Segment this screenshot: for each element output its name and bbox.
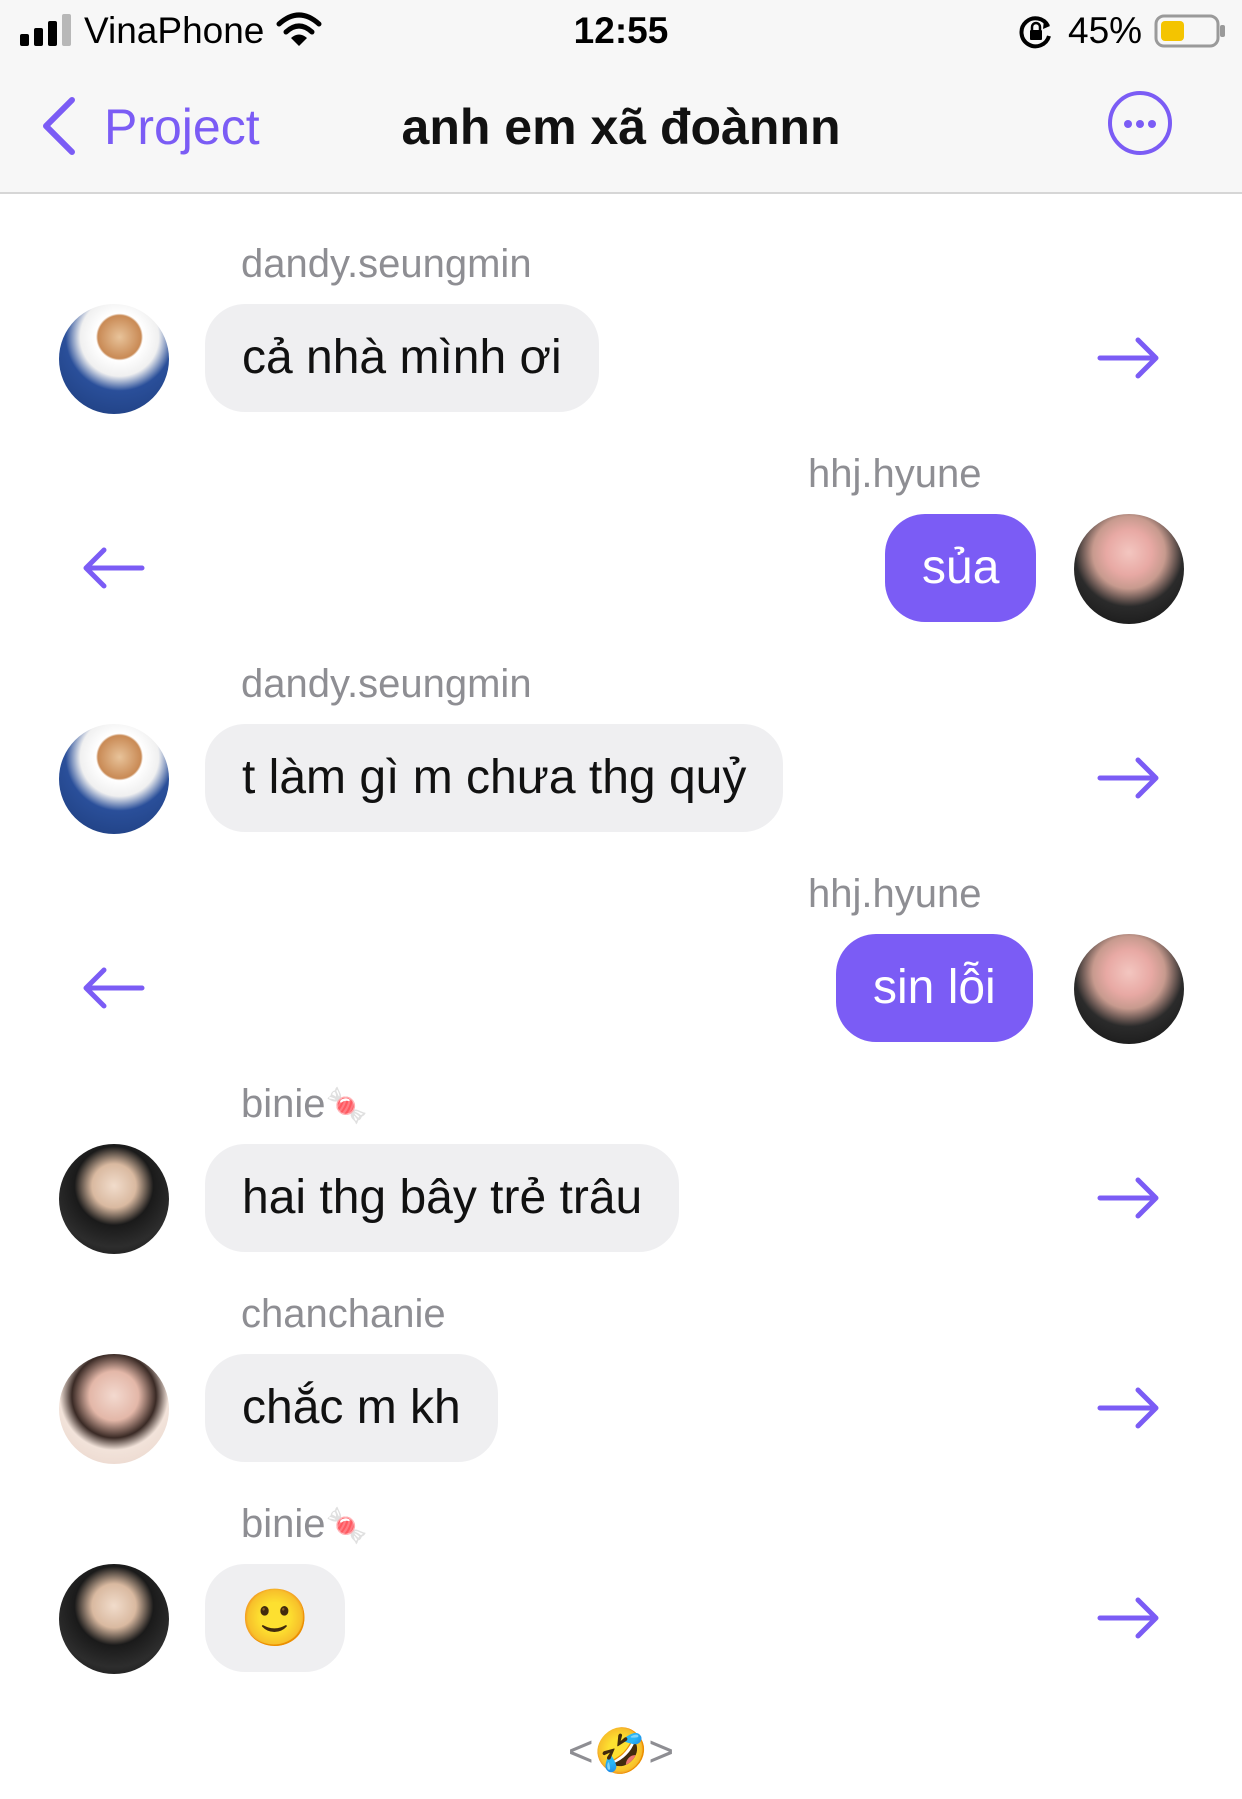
candy-emoji: 🍬 bbox=[325, 1087, 368, 1125]
reply-arrow-right-icon[interactable] bbox=[1096, 1386, 1162, 1430]
reply-arrow-left-icon[interactable] bbox=[80, 966, 146, 1010]
sender-name: dandy.seungmin bbox=[241, 662, 532, 706]
message-bubble[interactable]: hai thg bây trẻ trâu bbox=[205, 1144, 680, 1252]
reaction-indicator: <🤣> bbox=[567, 1727, 675, 1776]
status-bar: VinaPhone 12:55 45% bbox=[0, 0, 1242, 62]
avatar[interactable] bbox=[1074, 514, 1184, 624]
sender-name: binie🍬 bbox=[241, 1502, 368, 1546]
avatar[interactable] bbox=[59, 1144, 169, 1254]
avatar[interactable] bbox=[1074, 934, 1184, 1044]
candy-emoji: 🍬 bbox=[325, 1507, 368, 1545]
clock: 12:55 bbox=[573, 10, 669, 51]
message-bubble[interactable]: 🙂 bbox=[205, 1564, 345, 1672]
sender-name: hhj.hyune bbox=[808, 452, 982, 496]
reply-arrow-right-icon[interactable] bbox=[1096, 1596, 1162, 1640]
message-bubble[interactable]: t làm gì m chưa thg quỷ bbox=[205, 724, 784, 832]
more-icon bbox=[1124, 120, 1132, 128]
battery-icon bbox=[1154, 14, 1225, 48]
message-bubble[interactable]: cả nhà mình ơi bbox=[205, 304, 599, 412]
reply-arrow-right-icon[interactable] bbox=[1096, 1176, 1162, 1220]
sender-name: binie🍬 bbox=[241, 1082, 368, 1126]
reply-arrow-right-icon[interactable] bbox=[1096, 336, 1162, 380]
sender-name: hhj.hyune bbox=[808, 872, 982, 916]
avatar[interactable] bbox=[59, 724, 169, 834]
rotation-lock-icon bbox=[1019, 16, 1051, 49]
sender-name: dandy.seungmin bbox=[241, 242, 532, 286]
sender-name: chanchanie bbox=[241, 1292, 446, 1336]
avatar[interactable] bbox=[59, 304, 169, 414]
avatar[interactable] bbox=[59, 1564, 169, 1674]
message-bubble[interactable]: sin lỗi bbox=[836, 934, 1033, 1042]
page-title: anh em xã đoànnn bbox=[401, 99, 841, 155]
reply-arrow-right-icon[interactable] bbox=[1096, 756, 1162, 800]
reply-arrow-left-icon[interactable] bbox=[80, 546, 146, 590]
message-bubble[interactable]: sủa bbox=[885, 514, 1037, 622]
battery-percent: 45% bbox=[1068, 10, 1143, 51]
avatar[interactable] bbox=[59, 1354, 169, 1464]
more-options-button[interactable] bbox=[1108, 91, 1172, 155]
message-bubble[interactable]: chắc m kh bbox=[205, 1354, 498, 1462]
